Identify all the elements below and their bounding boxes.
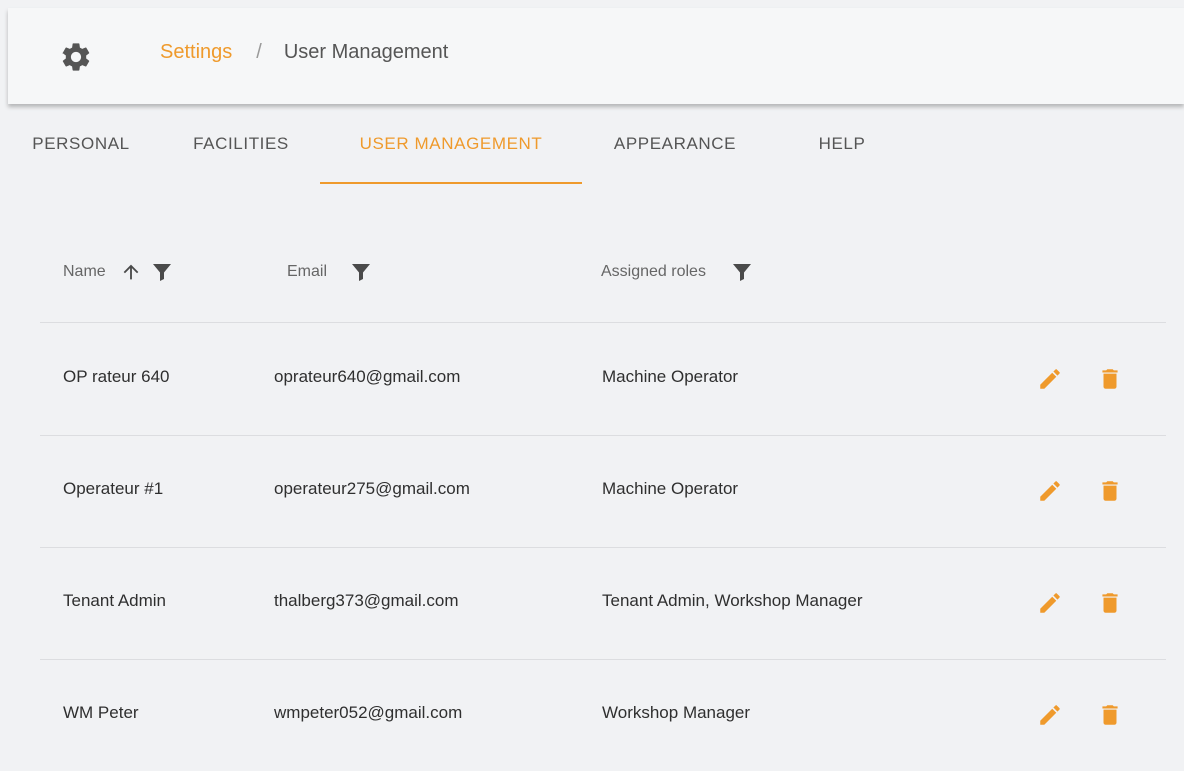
tab-personal[interactable]: PERSONAL (24, 120, 138, 182)
trash-icon[interactable] (1097, 702, 1123, 728)
tab-help[interactable]: HELP (808, 120, 876, 182)
trash-icon[interactable] (1097, 590, 1123, 616)
pencil-icon[interactable] (1037, 590, 1063, 616)
breadcrumb: Settings / User Management (160, 41, 448, 64)
trash-icon[interactable] (1097, 478, 1123, 504)
column-header-name-label: Name (63, 263, 106, 280)
table-header: Name Email Assigned roles (40, 250, 1166, 323)
tab-facilities[interactable]: FACILITIES (184, 120, 298, 182)
pencil-icon[interactable] (1037, 366, 1063, 392)
pencil-icon[interactable] (1037, 478, 1063, 504)
table-row: WM Peter wmpeter052@gmail.com Workshop M… (40, 660, 1166, 771)
filter-icon[interactable] (730, 260, 754, 284)
user-email: oprateur640@gmail.com (274, 367, 461, 386)
top-bar: Settings / User Management (8, 8, 1184, 104)
user-roles: Workshop Manager (602, 703, 751, 722)
column-header-roles[interactable]: Assigned roles (601, 260, 754, 284)
column-header-email[interactable]: Email (287, 260, 373, 284)
column-header-roles-label: Assigned roles (601, 263, 706, 280)
user-roles: Machine Operator (602, 367, 739, 386)
user-name: Tenant Admin (63, 591, 167, 610)
settings-tabs: PERSONAL FACILITIES USER MANAGEMENT APPE… (0, 120, 900, 184)
column-header-name[interactable]: Name (63, 260, 174, 284)
tab-appearance[interactable]: APPEARANCE (602, 120, 748, 182)
breadcrumb-separator: / (256, 41, 262, 63)
tab-user-management[interactable]: USER MANAGEMENT (320, 120, 582, 184)
user-name: WM Peter (63, 703, 139, 722)
user-roles: Tenant Admin, Workshop Manager (602, 591, 863, 610)
breadcrumb-settings-link[interactable]: Settings (160, 41, 232, 64)
trash-icon[interactable] (1097, 366, 1123, 392)
user-name: Operateur #1 (63, 479, 164, 498)
filter-icon[interactable] (349, 260, 373, 284)
column-header-email-label: Email (287, 263, 328, 280)
arrow-up-icon[interactable] (120, 261, 142, 283)
gear-icon[interactable] (59, 40, 93, 74)
user-email: operateur275@gmail.com (274, 479, 470, 498)
table-row: OP rateur 640 oprateur640@gmail.com Mach… (40, 324, 1166, 436)
filter-icon[interactable] (150, 260, 174, 284)
table-row: Tenant Admin thalberg373@gmail.com Tenan… (40, 548, 1166, 660)
pencil-icon[interactable] (1037, 702, 1063, 728)
user-email: wmpeter052@gmail.com (274, 703, 463, 722)
user-roles: Machine Operator (602, 479, 739, 498)
user-email: thalberg373@gmail.com (274, 591, 459, 610)
breadcrumb-current: User Management (283, 41, 449, 63)
user-name: OP rateur 640 (63, 367, 170, 386)
table-row: Operateur #1 operateur275@gmail.com Mach… (40, 436, 1166, 548)
